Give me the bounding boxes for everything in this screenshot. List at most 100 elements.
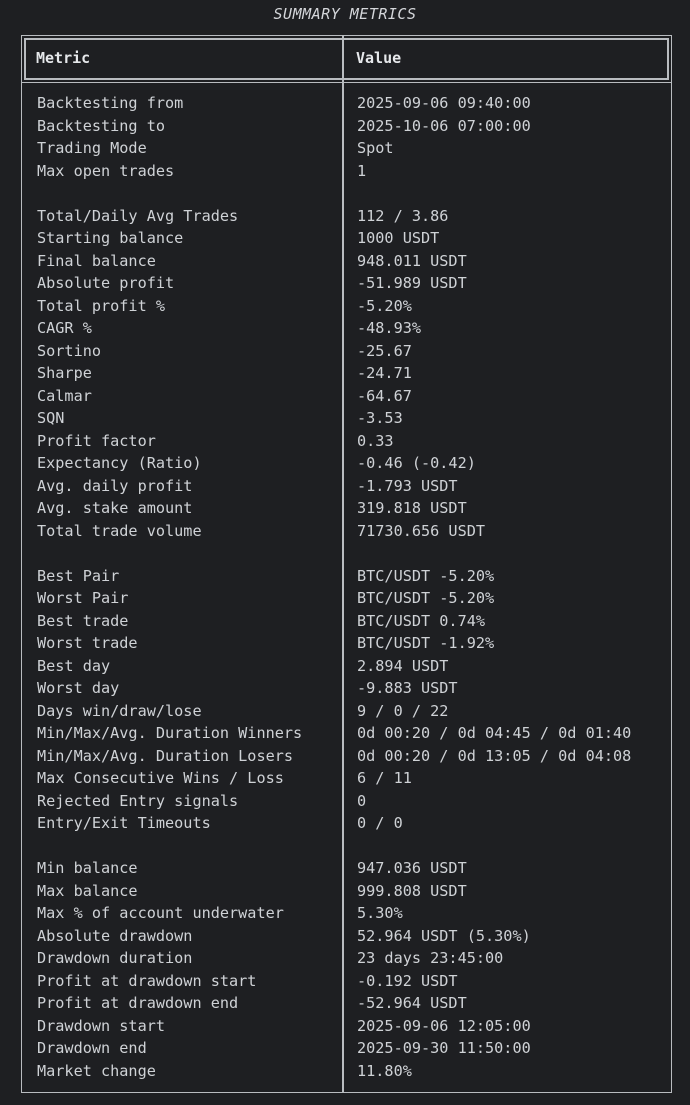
table-spacer-row [22,542,671,565]
metric-cell: Profit at drawdown end [37,994,239,1012]
metric-cell: Worst day [37,679,120,697]
metric-cell: Days win/draw/lose [37,701,202,720]
table-row: Expectancy (Ratio) -0.46 (-0.42) [22,452,671,475]
value-cell: 11.80% [357,1061,412,1080]
table-row: Market change 11.80% [22,1060,671,1083]
value-cell: 112 / 3.86 [357,206,449,225]
value-cell: 2025-09-30 11:50:00 [357,1039,531,1057]
value-cell: BTC/USDT -5.20% [357,589,495,607]
value-cell: 999.808 USDT [357,881,467,900]
value-cell: 2025-09-06 09:40:00 [357,94,531,112]
metric-cell: Absolute drawdown [37,926,193,945]
value-cell: Spot [357,139,394,157]
metric-cell: Min/Max/Avg. Duration Losers [37,746,294,765]
table-row: Absolute profit -51.989 USDT [22,272,671,295]
metric-cell: Min balance [37,859,138,877]
value-cell: 52.964 USDT (5.30%) [357,926,531,945]
table-row: Worst Pair BTC/USDT -5.20% [22,587,671,610]
table-row: Profit at drawdown end -52.964 USDT [22,992,671,1015]
value-cell: 0 / 0 [357,814,403,832]
metric-cell: Absolute profit [37,274,175,292]
table-row: Best Pair BTC/USDT -5.20% [22,565,671,588]
metric-cell: Max open trades [37,161,175,180]
table-row: Min balance 947.036 USDT [22,857,671,880]
value-cell: -5.20% [357,296,412,315]
metric-cell: Entry/Exit Timeouts [37,814,211,832]
metric-cell: Sharpe [37,364,92,382]
table-title: SUMMARY METRICS [273,5,417,23]
value-cell: BTC/USDT -1.92% [357,634,495,652]
value-cell: 2025-10-06 07:00:00 [357,116,531,135]
value-cell: -0.46 (-0.42) [357,454,476,472]
value-cell: -24.71 [357,364,412,382]
table-row: Days win/draw/lose 9 / 0 / 22 [22,700,671,723]
value-cell: 1 [357,161,367,180]
table-row: Backtesting to 2025-10-06 07:00:00 [22,115,671,138]
metric-cell: Max balance [37,881,138,900]
table-row: SQN -3.53 [22,407,671,430]
table-row: Best trade BTC/USDT 0.74% [22,610,671,633]
metric-cell: Avg. daily profit [37,476,193,495]
table-row: Worst trade BTC/USDT -1.92% [22,632,671,655]
table-row: Drawdown start 2025-09-06 12:05:00 [22,1015,671,1038]
value-cell: BTC/USDT -5.20% [357,566,495,585]
value-cell: -25.67 [357,341,412,360]
metric-cell: Best trade [37,611,129,630]
value-cell: 0.33 [357,431,394,450]
metric-cell: SQN [37,409,65,427]
metric-cell: Best Pair [37,566,120,585]
value-cell: 0 [357,791,367,810]
metric-cell: Backtesting to [37,116,166,135]
value-cell: 319.818 USDT [357,499,467,517]
metric-cell: Market change [37,1061,156,1080]
table-row: Sortino -25.67 [22,340,671,363]
metric-cell: Trading Mode [37,139,147,157]
table-row: CAGR % -48.93% [22,317,671,340]
value-cell: -9.883 USDT [357,679,458,697]
metric-cell: Starting balance [37,229,184,247]
table-row: Worst day -9.883 USDT [22,677,671,700]
table-row: Total trade volume 71730.656 USDT [22,520,671,543]
table-row: Min/Max/Avg. Duration Losers 0d 00:20 / 0… [22,745,671,768]
table-row: Drawdown duration 23 days 23:45:00 [22,947,671,970]
metric-cell: CAGR % [37,319,92,337]
table-row: Entry/Exit Timeouts 0 / 0 [22,812,671,835]
metric-cell: Backtesting from [37,94,184,112]
metric-cell: Total profit % [37,296,166,315]
value-cell: -48.93% [357,319,422,337]
table-row: Profit factor 0.33 [22,430,671,453]
table-row: Total/Daily Avg Trades 112 / 3.86 [22,205,671,228]
value-cell: -1.793 USDT [357,476,458,495]
metric-cell: Profit factor [37,431,156,450]
table-header [24,38,669,80]
table-row: Absolute drawdown 52.964 USDT (5.30%) [22,925,671,948]
table-row: Final balance 948.011 USDT [22,250,671,273]
metric-cell: Total trade volume [37,521,202,540]
table-row: Avg. daily profit -1.793 USDT [22,475,671,498]
value-cell: 71730.656 USDT [357,521,486,540]
value-cell: 23 days 23:45:00 [357,949,504,967]
table-row: Calmar -64.67 [22,385,671,408]
table-row: Min/Max/Avg. Duration Winners 0d 00:20 / … [22,722,671,745]
table-rows: Backtesting from 2025-09-06 09:40:00 Backt… [22,92,671,1082]
value-cell: 0d 00:20 / 0d 13:05 / 0d 04:08 [357,746,632,765]
value-cell: 947.036 USDT [357,859,467,877]
metric-cell: Worst Pair [37,589,129,607]
metric-cell: Worst trade [37,634,138,652]
value-cell: 5.30% [357,904,403,922]
value-cell: 948.011 USDT [357,251,467,270]
value-cell: BTC/USDT 0.74% [357,611,486,630]
metric-cell: Min/Max/Avg. Duration Winners [37,724,303,742]
table-row: Max % of account underwater 5.30% [22,902,671,925]
value-cell: -0.192 USDT [357,971,458,990]
metric-cell: Expectancy (Ratio) [37,454,202,472]
value-cell: 9 / 0 / 22 [357,701,449,720]
table-row: Max open trades 1 [22,160,671,183]
value-cell: -51.989 USDT [357,274,467,292]
metric-cell: Avg. stake amount [37,499,193,517]
value-cell: 0d 00:20 / 0d 04:45 / 0d 01:40 [357,724,632,742]
table-row: Max balance 999.808 USDT [22,880,671,903]
metric-cell: Drawdown duration [37,949,193,967]
table-row: Profit at drawdown start -0.192 USDT [22,970,671,993]
metric-cell: Final balance [37,251,156,270]
